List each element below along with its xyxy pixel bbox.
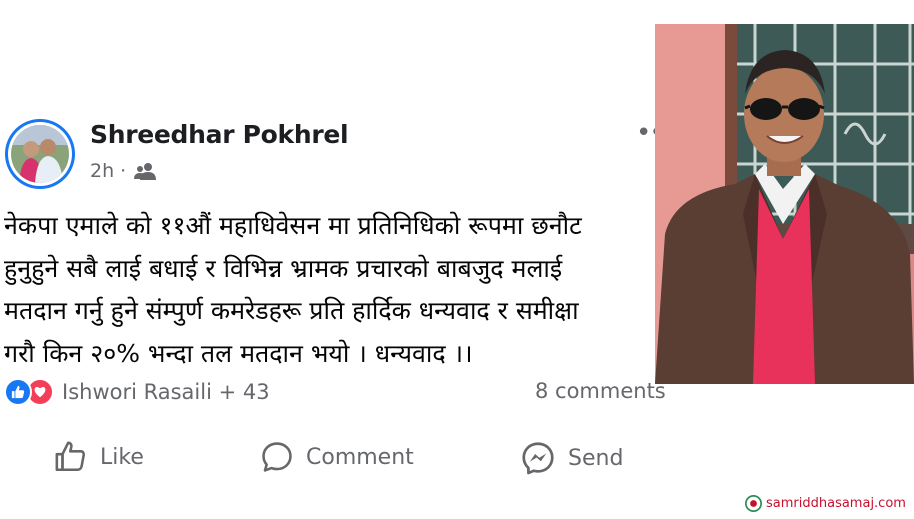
comment-button[interactable]: Comment <box>260 440 414 474</box>
speech-bubble-icon <box>262 442 292 472</box>
friends-icon[interactable] <box>134 162 157 180</box>
post-meta: 2h · <box>90 160 157 182</box>
avatar-ring <box>8 122 72 186</box>
thumbs-up-outline-icon <box>55 441 86 472</box>
avatar-photo <box>11 125 69 183</box>
separator-dot: · <box>120 160 127 182</box>
comments-count[interactable]: 8 comments <box>535 379 666 403</box>
like-button[interactable]: Like <box>54 440 144 474</box>
post-text: नेकपा एमाले को ११औं महाधिवेसन मा प्रतिनि… <box>4 211 582 368</box>
like-label: Like <box>100 444 144 470</box>
reactors-text[interactable]: Ishwori Rasaili + 43 <box>62 380 270 404</box>
send-button[interactable]: Send <box>520 440 623 476</box>
messenger-icon <box>522 442 554 475</box>
site-logo-icon <box>745 495 762 512</box>
author-name[interactable]: Shreedhar Pokhrel <box>90 120 349 149</box>
site-watermark: samriddhasamaj.com <box>745 495 906 512</box>
author-avatar[interactable] <box>5 119 75 189</box>
watermark-text: samriddhasamaj.com <box>766 496 906 511</box>
comment-label: Comment <box>306 444 414 470</box>
post-time[interactable]: 2h <box>90 160 114 182</box>
action-bar: Like Comment Send <box>0 440 660 480</box>
portrait-photo <box>655 24 914 384</box>
thumbs-up-icon <box>4 378 32 406</box>
reaction-summary[interactable]: Ishwori Rasaili + 43 <box>4 378 270 406</box>
send-label: Send <box>568 445 624 471</box>
